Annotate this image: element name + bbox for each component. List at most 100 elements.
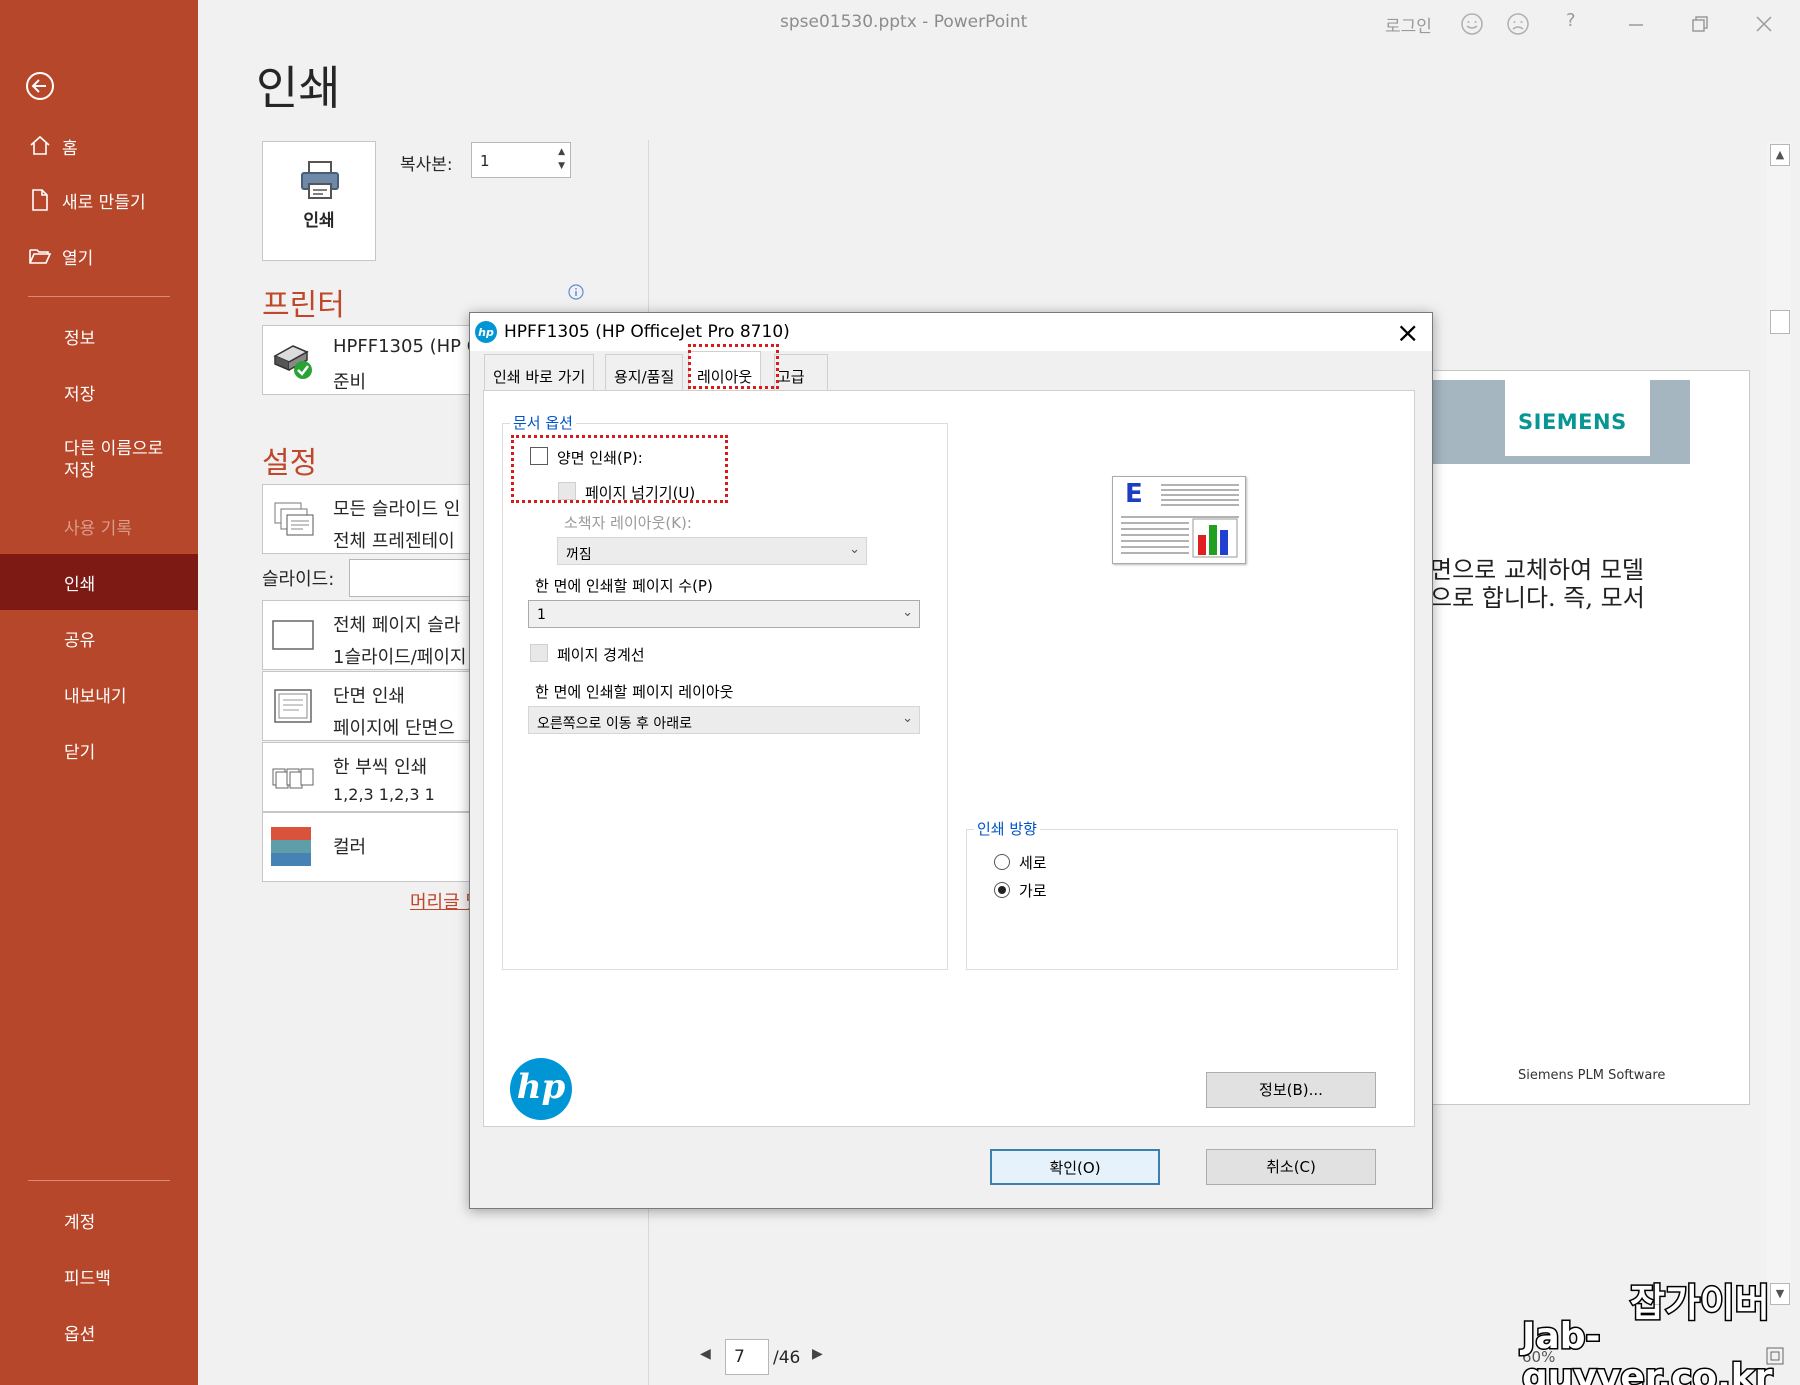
page-number-input[interactable]: 7 — [725, 1339, 769, 1375]
tab-shortcuts[interactable]: 인쇄 바로 가기 — [484, 354, 595, 391]
settings-heading: 설정 — [262, 446, 318, 481]
single-sided-icon — [274, 689, 312, 723]
scroll-up-icon[interactable]: ▲ — [1770, 144, 1790, 166]
next-page-icon[interactable]: ▶ — [812, 1346, 823, 1362]
setting-sides-desc: 페이지에 단면으 — [333, 718, 455, 739]
setting-print-range-title: 모든 슬라이드 인 — [333, 499, 461, 520]
nav-save-label: 저장 — [64, 384, 96, 405]
setting-color-title: 컬러 — [333, 837, 367, 858]
pages-per-sheet-select[interactable]: 1 ⌄ — [528, 600, 920, 628]
highlight-duplex — [511, 435, 728, 503]
nav-close[interactable]: 닫기 — [0, 722, 198, 778]
setting-collate[interactable]: 한 부씩 인쇄 1,2,3 1,2,3 1 — [262, 742, 482, 812]
nav-open-label: 열기 — [62, 248, 94, 269]
nav-divider — [28, 296, 170, 297]
nav-save-as-label: 다른 이름으로 저장 — [64, 439, 164, 481]
slide-footer: Siemens PLM Software — [1518, 1068, 1666, 1083]
new-document-icon — [32, 189, 48, 211]
printer-icon — [301, 161, 339, 199]
nav-share[interactable]: 공유 — [0, 610, 198, 666]
pages-per-sheet-value: 1 — [537, 607, 546, 623]
nav-feedback-label: 피드백 — [64, 1268, 111, 1289]
hp-app-icon: hp — [475, 321, 497, 343]
nav-account[interactable]: 계정 — [0, 1192, 198, 1248]
printer-selector[interactable]: HPFF1305 (HP Of 준비 — [262, 325, 482, 395]
layout-preview-lines — [1121, 484, 1239, 558]
setting-layout[interactable]: 전체 페이지 슬라 1슬라이드/페이지 — [262, 600, 482, 670]
tab-advanced[interactable]: 고급 — [774, 354, 828, 391]
home-icon — [30, 135, 50, 155]
smile-icon[interactable] — [1460, 12, 1484, 36]
backstage-nav: 홈 새로 만들기 열기 정보 저장 다른 이름으로 저장 사용 기록 인쇄 공유… — [0, 0, 198, 1385]
scroll-thumb[interactable] — [1770, 310, 1790, 334]
nav-account-label: 계정 — [64, 1212, 96, 1233]
page-borders-label: 페이지 경계선 — [557, 646, 645, 664]
chevron-down-icon: ⌄ — [902, 605, 913, 620]
page-borders-checkbox — [530, 644, 548, 662]
dialog-close-icon[interactable]: × — [1396, 316, 1419, 349]
booklet-select: 꺼짐 ⌄ — [557, 537, 867, 565]
print-button[interactable]: 인쇄 — [262, 141, 376, 261]
page-order-select: 오른쪽으로 이동 후 아래로 ⌄ — [528, 706, 920, 734]
setting-collate-desc: 1,2,3 1,2,3 1 — [333, 785, 435, 804]
copies-input[interactable]: 1 ▲ ▼ — [471, 142, 571, 178]
document-options-title: 문서 옵션 — [510, 412, 576, 433]
landscape-radio[interactable] — [994, 882, 1010, 898]
setting-layout-desc: 1슬라이드/페이지 — [333, 647, 467, 668]
chevron-down-icon: ⌄ — [902, 711, 913, 726]
nav-home[interactable]: 홈 — [0, 118, 198, 174]
hp-logo: hp — [510, 1058, 572, 1120]
nav-open[interactable]: 열기 — [0, 228, 198, 284]
back-arrow-icon[interactable] — [24, 70, 56, 102]
nav-options[interactable]: 옵션 — [0, 1304, 198, 1360]
nav-feedback[interactable]: 피드백 — [0, 1248, 198, 1304]
orientation-title: 인쇄 방향 — [974, 818, 1040, 839]
nav-save[interactable]: 저장 — [0, 364, 198, 420]
nav-export[interactable]: 내보내기 — [0, 666, 198, 722]
ok-button[interactable]: 확인(O) — [990, 1149, 1160, 1185]
nav-options-label: 옵션 — [64, 1324, 96, 1345]
nav-save-as[interactable]: 다른 이름으로 저장 — [0, 430, 198, 490]
setting-sides[interactable]: 단면 인쇄 페이지에 단면으 — [262, 671, 482, 741]
restore-icon[interactable] — [1690, 14, 1710, 34]
cancel-button[interactable]: 취소(C) — [1206, 1149, 1376, 1185]
current-page: 7 — [734, 1347, 745, 1367]
booklet-value: 꺼짐 — [566, 547, 592, 563]
help-icon[interactable]: ? — [1566, 10, 1576, 31]
setting-color[interactable]: 컬러 — [262, 812, 482, 882]
pages-per-sheet-label: 한 면에 인쇄할 페이지 수(P) — [535, 577, 713, 595]
minimize-icon[interactable] — [1626, 14, 1646, 34]
landscape-label: 가로 — [1019, 882, 1047, 900]
copies-spinner-icon[interactable]: ▲ ▼ — [558, 145, 565, 173]
siemens-logo: SIEMENS — [1518, 410, 1627, 434]
nav-history-label: 사용 기록 — [64, 518, 132, 539]
nav-export-label: 내보내기 — [64, 686, 127, 707]
printer-ready-icon — [273, 345, 312, 379]
page-order-label: 한 면에 인쇄할 페이지 레이아웃 — [535, 683, 734, 701]
nav-print[interactable]: 인쇄 — [0, 554, 198, 610]
nav-new[interactable]: 새로 만들기 — [0, 172, 198, 228]
printer-heading: 프린터 — [262, 288, 345, 323]
sign-in-link[interactable]: 로그인 — [1385, 12, 1432, 37]
total-pages: /46 — [773, 1348, 801, 1368]
nav-history: 사용 기록 — [0, 498, 198, 554]
setting-sides-title: 단면 인쇄 — [333, 686, 405, 707]
info-icon[interactable] — [568, 284, 584, 300]
slides-input[interactable] — [349, 559, 479, 597]
info-button[interactable]: 정보(B)... — [1206, 1072, 1376, 1108]
nav-info-label: 정보 — [64, 328, 96, 349]
previous-page-icon[interactable]: ◀ — [700, 1346, 711, 1362]
portrait-radio[interactable] — [994, 854, 1010, 870]
slide-logo-underline — [1505, 456, 1650, 460]
nav-print-label: 인쇄 — [64, 574, 96, 595]
setting-print-range[interactable]: 모든 슬라이드 인 전체 프레젠테이 — [262, 484, 482, 554]
nav-info[interactable]: 정보 — [0, 308, 198, 364]
close-icon[interactable] — [1754, 14, 1774, 34]
frown-icon[interactable] — [1506, 12, 1530, 36]
printer-status: 준비 — [333, 372, 367, 393]
watermark-url: Jab-guyver.co.kr — [1521, 1315, 1775, 1385]
scroll-down-icon[interactable]: ▼ — [1770, 1283, 1790, 1305]
slide-preview — [1430, 370, 1750, 1105]
setting-layout-title: 전체 페이지 슬라 — [333, 615, 461, 636]
tab-paper-quality[interactable]: 용지/품질 — [605, 354, 684, 391]
